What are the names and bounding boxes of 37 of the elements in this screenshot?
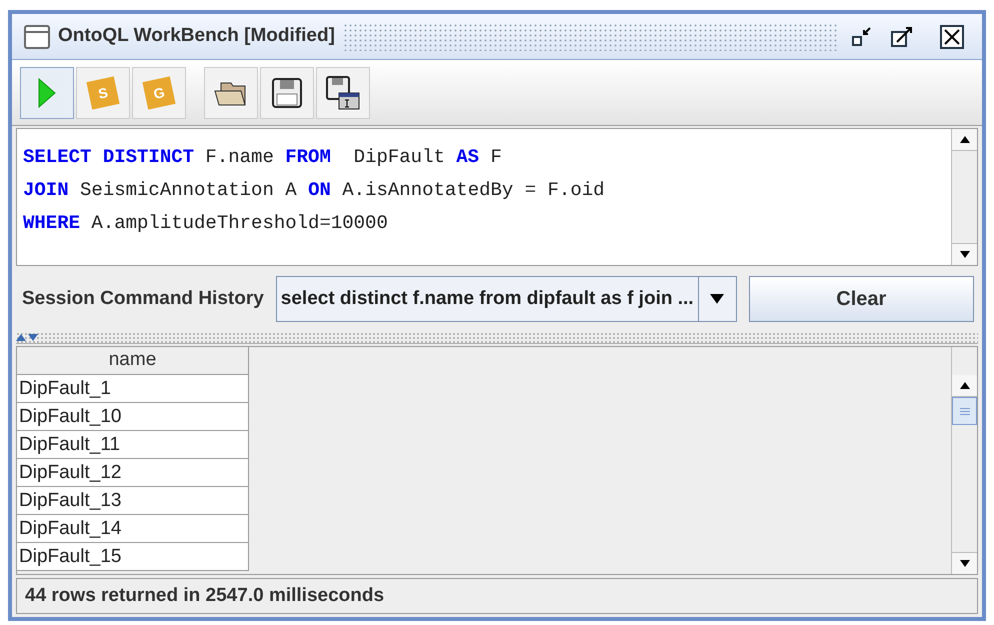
scroll-down-icon bbox=[960, 560, 970, 567]
scroll-up-icon bbox=[960, 382, 970, 389]
table-cell: DipFault_14 bbox=[17, 515, 249, 543]
table-cell: DipFault_15 bbox=[17, 543, 249, 571]
history-label: Session Command History bbox=[22, 286, 264, 311]
query-editor[interactable]: SELECT DISTINCT F.name FROM DipFault AS F JOIN SeismicAnnotation A ON A.isAnnotatedBy = F.oid WHERE A.amplitudeThreshold=10000 bbox=[16, 128, 978, 266]
table-cell: DipFault_11 bbox=[17, 431, 249, 459]
window-icon bbox=[24, 24, 50, 48]
letter-icon: G bbox=[142, 76, 176, 110]
play-icon bbox=[37, 76, 57, 108]
code-line: WHERE A.amplitudeThreshold=10000 bbox=[23, 211, 389, 236]
window-title: OntoQL WorkBench [Modified] bbox=[58, 24, 335, 48]
collapse-up-icon bbox=[16, 334, 26, 341]
table-cell: DipFault_10 bbox=[17, 403, 249, 431]
floppy-disk-window-icon bbox=[325, 74, 361, 110]
letter-icon: S bbox=[86, 76, 120, 110]
scroll-up-icon bbox=[960, 136, 970, 143]
code-line: SELECT DISTINCT F.name FROM DipFault AS F bbox=[23, 145, 503, 170]
table-cell: DipFault_12 bbox=[17, 459, 249, 487]
scroll-down-icon bbox=[960, 251, 970, 258]
table-cell: DipFault_1 bbox=[17, 375, 249, 403]
clear-button[interactable]: Clear bbox=[748, 276, 974, 322]
toolbar-button[interactable] bbox=[316, 66, 370, 118]
code-line: JOIN SeismicAnnotation A ON A.isAnnotatedBy = F.oid bbox=[23, 178, 606, 203]
column-header[interactable]: name bbox=[17, 347, 249, 375]
history-dropdown[interactable]: select distinct f.name from dipfault as f join ... bbox=[276, 276, 737, 322]
status-bar: 44 rows returned in 2547.0 milliseconds bbox=[16, 578, 978, 614]
dropdown-caret-icon bbox=[710, 294, 724, 304]
scrollbar[interactable] bbox=[951, 347, 977, 574]
collapse-down-icon bbox=[28, 334, 38, 341]
toolbar-button[interactable] bbox=[204, 66, 258, 118]
scrollbar[interactable] bbox=[951, 129, 977, 265]
table-cell: DipFault_13 bbox=[17, 487, 249, 515]
scroll-thumb[interactable] bbox=[952, 397, 977, 425]
close-icon bbox=[939, 24, 965, 50]
toolbar-button[interactable] bbox=[260, 66, 314, 118]
grip-icon bbox=[960, 408, 970, 414]
